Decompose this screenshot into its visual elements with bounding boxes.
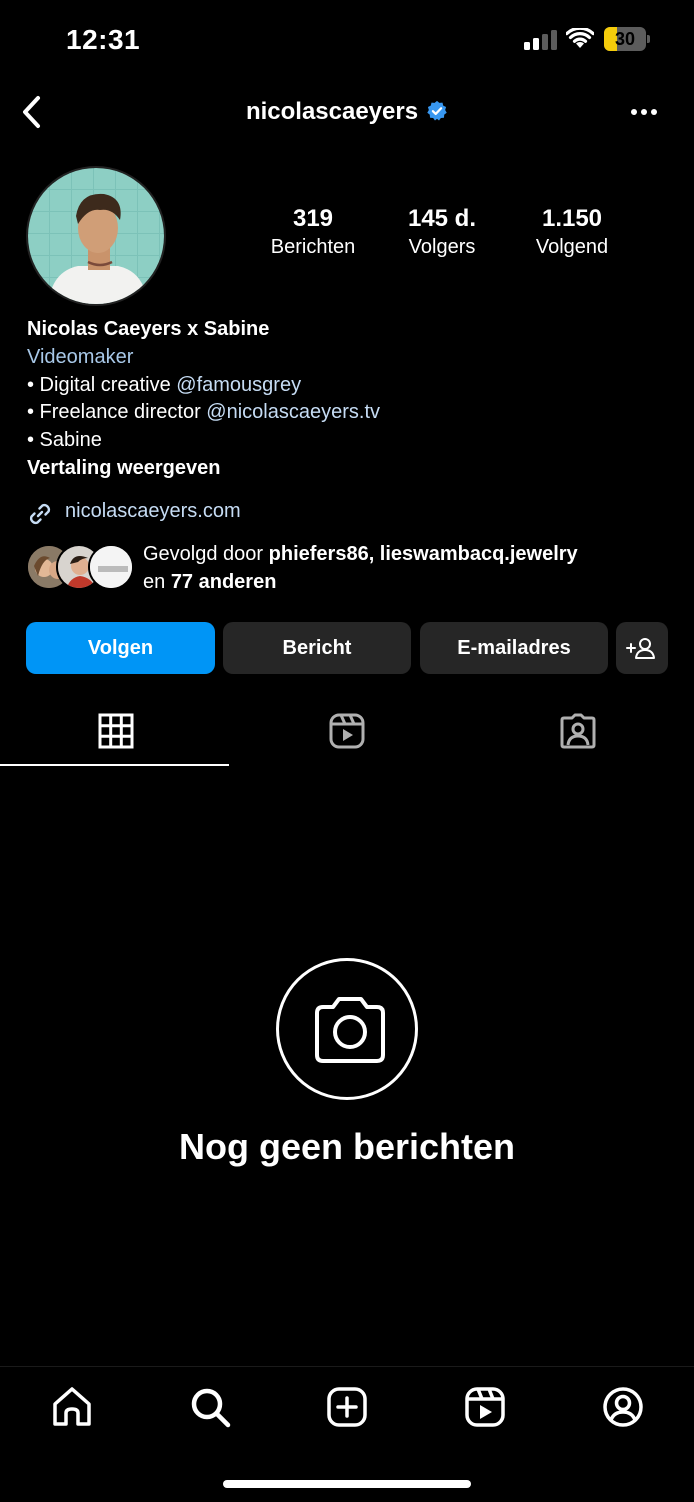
mention-famousgrey[interactable]: @famousgrey: [176, 374, 301, 396]
home-icon[interactable]: [50, 1385, 94, 1429]
bio-line-3: • Sabine: [27, 429, 102, 452]
profile-tabs: [0, 700, 694, 766]
profile-header: nicolascaeyers: [0, 88, 694, 138]
bio-line-2: • Freelance director @nicolascaeyers.tv: [27, 399, 667, 427]
followed-by-middle: en: [143, 571, 171, 593]
profile-actions: Volgen Bericht E-mailadres: [26, 622, 668, 676]
suggest-people-button[interactable]: [616, 622, 668, 674]
camera-icon: [315, 997, 385, 1063]
bottom-navigation: [0, 1366, 694, 1502]
profile-username: nicolascaeyers: [0, 98, 694, 126]
stat-posts-value: 319: [292, 205, 334, 232]
followed-by-names: phiefers86, lieswambacq.jewelry: [268, 543, 578, 565]
cellular-signal-icon: [524, 30, 558, 50]
profile-link-text[interactable]: nicolascaeyers.com: [65, 500, 241, 523]
create-icon[interactable]: [325, 1385, 369, 1429]
more-horizontal-icon[interactable]: [630, 108, 658, 116]
tab-tagged[interactable]: [462, 700, 693, 766]
followed-by-prefix: Gevolgd door: [143, 543, 269, 565]
followed-by-text: Gevolgd door phiefers86, lieswambacq.jew…: [143, 540, 663, 596]
stat-following-label: Volgend: [535, 236, 609, 258]
empty-state-camera: [276, 958, 418, 1100]
stat-following-value: 1.150: [541, 205, 603, 232]
bio-line-2-text: • Freelance director: [27, 401, 207, 424]
grid-icon: [98, 713, 133, 749]
profile-category: Videomaker: [27, 345, 134, 368]
tagged-icon: [560, 713, 595, 749]
add-person-icon: [626, 638, 655, 659]
bio-line-1: • Digital creative @famousgrey: [27, 372, 667, 400]
wifi-icon: [566, 28, 594, 48]
profile-bio: Nicolas Caeyers x Sabine Videomaker • Di…: [27, 316, 667, 483]
followed-by-count: 77 anderen: [170, 571, 277, 593]
empty-state-text: Nog geen berichten: [178, 1126, 516, 1167]
stat-followers-value: 145 d.: [407, 205, 477, 232]
status-bar: 12:31 30: [0, 0, 694, 80]
verified-badge-icon: [427, 100, 447, 121]
reels-icon: [329, 713, 364, 749]
status-time: 12:31: [66, 24, 141, 55]
stat-followers-label: Volgers: [408, 236, 476, 258]
follow-button[interactable]: Volgen: [26, 622, 215, 674]
avatar-image: [28, 168, 164, 304]
profile-name: Nicolas Caeyers x Sabine: [27, 318, 270, 340]
stat-followers[interactable]: 145 d. Volgers: [377, 204, 507, 260]
tab-posts[interactable]: [0, 700, 231, 766]
tab-reels[interactable]: [231, 700, 462, 766]
link-icon: [29, 503, 51, 525]
search-icon[interactable]: [188, 1385, 232, 1429]
battery-indicator: 30: [604, 27, 650, 51]
followed-by[interactable]: Gevolgd door phiefers86, lieswambacq.jew…: [26, 540, 676, 600]
reels-icon[interactable]: [463, 1385, 507, 1429]
active-tab-indicator: [0, 764, 229, 766]
username-text: nicolascaeyers: [245, 98, 419, 125]
profile-stats: 319 Berichten 145 d. Volgers 1.150 Volge…: [246, 204, 646, 264]
mention-nicolascaeyers-tv[interactable]: @nicolascaeyers.tv: [206, 401, 380, 423]
translate-link[interactable]: Vertaling weergeven: [27, 455, 667, 483]
mutual-avatars: [26, 544, 136, 592]
stat-posts[interactable]: 319 Berichten: [248, 204, 378, 260]
profile-icon[interactable]: [601, 1385, 645, 1429]
bio-line-1-text: • Digital creative: [27, 373, 177, 396]
stat-posts-label: Berichten: [270, 236, 356, 258]
profile-avatar[interactable]: [26, 166, 166, 306]
message-button[interactable]: Bericht: [223, 622, 411, 674]
home-indicator[interactable]: [223, 1480, 471, 1488]
mutual-avatar: [88, 544, 134, 590]
stat-following[interactable]: 1.150 Volgend: [507, 204, 637, 260]
email-button[interactable]: E-mailadres: [420, 622, 608, 674]
battery-percentage: 30: [614, 29, 636, 49]
